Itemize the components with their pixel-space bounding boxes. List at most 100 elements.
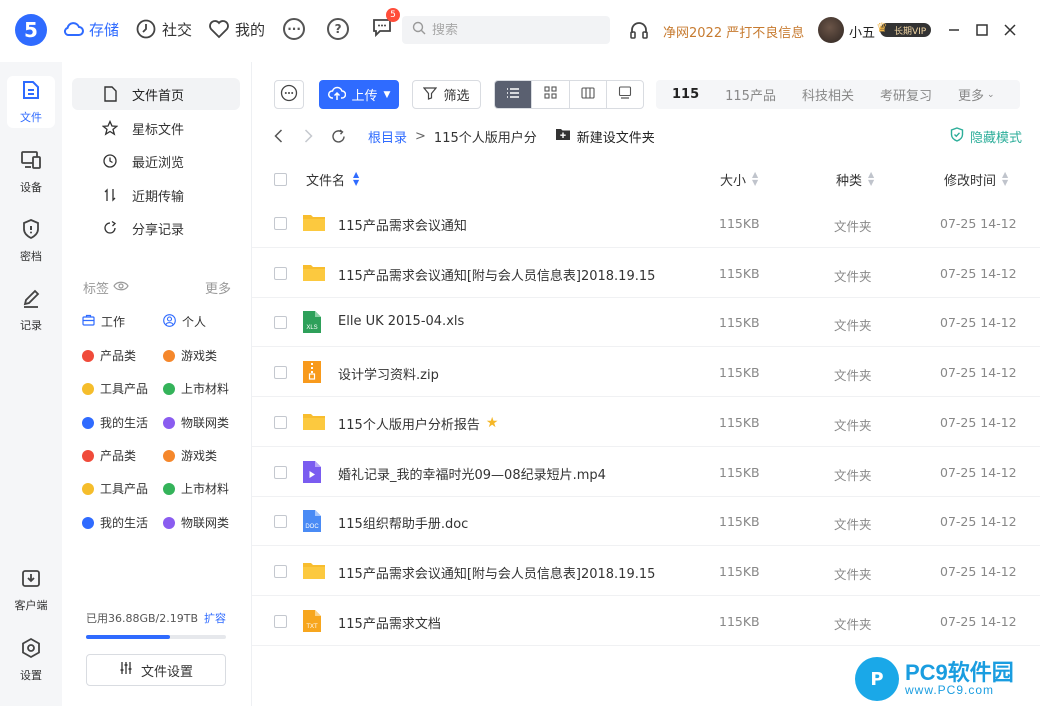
new-folder-button[interactable]: 新建设文件夹 [555, 127, 655, 146]
history-icon [102, 153, 118, 169]
tag-work[interactable]: 工作 [82, 313, 125, 330]
expand-storage-link[interactable]: 扩容 [204, 610, 226, 626]
sidebar-item-share[interactable]: 分享记录 [72, 212, 240, 244]
column-modified-header[interactable]: 修改时间 ▲ ▼ [944, 170, 1008, 189]
refresh-icon[interactable] [330, 128, 346, 144]
quick-tab[interactable]: 115 [672, 87, 699, 102]
select-all-checkbox[interactable] [274, 172, 287, 186]
tag-item[interactable]: 我的生活 [82, 414, 148, 431]
top-nav-social[interactable]: 社交 [135, 18, 192, 40]
rail-item-files[interactable]: 文件 [7, 76, 55, 128]
minimize-button[interactable] [944, 20, 964, 40]
tag-item[interactable]: 我的生活 [82, 514, 148, 531]
tag-item[interactable]: 产品类 [82, 347, 136, 364]
file-kind: 文件夹 [834, 219, 872, 234]
eye-icon[interactable] [113, 280, 129, 296]
tag-label: 物联网类 [181, 516, 230, 530]
message-button[interactable]: 5 [371, 8, 401, 42]
sidebar-item-home[interactable]: 文件首页 [72, 78, 240, 110]
column-name-header[interactable]: 文件名 ▲ ▼ [306, 170, 359, 189]
row-checkbox[interactable] [274, 217, 287, 230]
breadcrumb-root[interactable]: 根目录 [368, 127, 407, 146]
star-icon [102, 120, 118, 136]
preview-view-button[interactable] [607, 81, 643, 108]
close-button[interactable] [1000, 20, 1020, 40]
column-size-header[interactable]: 大小 ▲ ▼ [720, 170, 758, 189]
tag-label: 上市材料 [181, 382, 230, 396]
tag-item[interactable]: 游戏类 [163, 347, 217, 364]
file-settings-button[interactable]: 文件设置 [86, 654, 226, 686]
tags-header: 标签 更多 [83, 278, 231, 297]
row-checkbox[interactable] [274, 366, 287, 380]
rail-item-devices[interactable]: 设备 [7, 146, 55, 198]
tags-more-link[interactable]: 更多 [205, 278, 231, 297]
tag-personal[interactable]: 个人 [163, 313, 206, 330]
search-input[interactable] [432, 22, 602, 38]
upload-button[interactable]: 上传 ▼ [319, 80, 399, 109]
quick-tab-more[interactable]: 更多 ⌄ [958, 85, 995, 104]
table-row[interactable]: 115产品需求会议通知[附与会人员信息表]2018.19.15 115KB 文件夹 0… [252, 547, 1040, 596]
table-row[interactable]: DOC 115组织帮助手册.doc 115KB 文件夹 07-25 14-12 [252, 497, 1040, 547]
file-modified-time: 07-25 14-12 [940, 464, 1017, 480]
back-arrow-icon[interactable] [270, 129, 286, 143]
quick-tab[interactable]: 115产品 [725, 85, 776, 104]
tag-item[interactable]: 上市材料 [163, 480, 229, 497]
row-checkbox[interactable] [274, 415, 287, 429]
row-checkbox[interactable] [274, 266, 287, 280]
table-row[interactable]: TXT 115产品需求文档 115KB 文件夹 07-25 14-12 [252, 597, 1040, 646]
shield-check-icon [950, 126, 964, 146]
ellipsis-icon [280, 84, 298, 106]
breadcrumb-current[interactable]: 115个人版用户分 [434, 127, 537, 146]
tag-item[interactable]: 物联网类 [163, 414, 229, 431]
rail-item-vault[interactable]: 密档 [7, 215, 55, 267]
hide-mode-toggle[interactable]: 隐藏模式 [950, 126, 1022, 146]
grid-view-button[interactable] [532, 81, 570, 108]
tag-item[interactable]: 工具产品 [82, 480, 148, 497]
sidebar-item-recent[interactable]: 最近浏览 [72, 145, 240, 177]
quick-tab[interactable]: 科技相关 [802, 85, 854, 104]
maximize-button[interactable] [972, 20, 992, 40]
table-row[interactable]: 婚礼记录_我的幸福时光09—08纪录短片.mp4 115KB 文件夹 07-25 14… [252, 448, 1040, 497]
promo-link[interactable]: 净网2022 严打不良信息 [663, 22, 804, 41]
top-nav-mine[interactable]: 我的 [208, 18, 265, 40]
table-row[interactable]: 115产品需求会议通知 115KB 文件夹 07-25 14-12 [252, 199, 1040, 248]
quick-tab[interactable]: 考研复习 [880, 85, 932, 104]
table-row[interactable]: 设计学习资料.zip 115KB 文件夹 07-25 14-12 [252, 348, 1040, 398]
tag-item[interactable]: 上市材料 [163, 380, 229, 397]
tag-item[interactable]: 产品类 [82, 447, 136, 464]
briefcase-icon [82, 314, 95, 329]
sidebar-item-starred[interactable]: 星标文件 [72, 112, 240, 144]
file-size: 115KB [719, 414, 760, 430]
app-logo[interactable]: 5 [15, 14, 47, 46]
rail-item-client[interactable]: 客户端 [7, 564, 55, 616]
rail-item-settings[interactable]: 设置 [7, 634, 55, 686]
tag-item[interactable]: 游戏类 [163, 447, 217, 464]
more-actions-button[interactable] [274, 80, 304, 109]
top-nav-storage[interactable]: 存储 [62, 18, 119, 40]
table-row[interactable]: XLS Elle UK 2015-04.xls 115KB 文件夹 07-25 14-1… [252, 298, 1040, 348]
table-row[interactable]: 115产品需求会议通知[附与会人员信息表]2018.19.15 115KB 文件夹 0… [252, 249, 1040, 298]
table-row[interactable]: 115个人版用户分析报告 ★ 115KB 文件夹 07-25 14-12 [252, 398, 1040, 447]
headset-icon[interactable] [628, 19, 650, 45]
tag-item[interactable]: 工具产品 [82, 380, 148, 397]
username[interactable]: 小五 [849, 22, 875, 41]
row-checkbox[interactable] [274, 614, 287, 628]
sidebar-item-transfer[interactable]: 近期传输 [72, 179, 240, 211]
filter-button[interactable]: 筛选 [412, 80, 481, 109]
row-checkbox[interactable] [274, 564, 287, 578]
tag-item[interactable]: 物联网类 [163, 514, 229, 531]
row-checkbox[interactable] [274, 465, 287, 479]
column-kind-header[interactable]: 种类 ▲ ▼ [836, 170, 874, 189]
sort-icon: ▲ ▼ [868, 170, 875, 187]
help-icon[interactable]: ? [327, 18, 350, 40]
avatar[interactable] [818, 17, 844, 43]
rail-item-label: 设备 [20, 181, 42, 194]
row-checkbox[interactable] [274, 316, 287, 330]
list-view-button[interactable] [495, 81, 533, 108]
column-view-button[interactable] [570, 81, 607, 108]
rail-item-records[interactable]: 记录 [7, 284, 55, 336]
more-icon[interactable]: ··· [283, 18, 306, 40]
search-box[interactable] [402, 16, 610, 44]
forward-arrow-icon[interactable] [300, 129, 316, 143]
row-checkbox[interactable] [274, 515, 287, 529]
